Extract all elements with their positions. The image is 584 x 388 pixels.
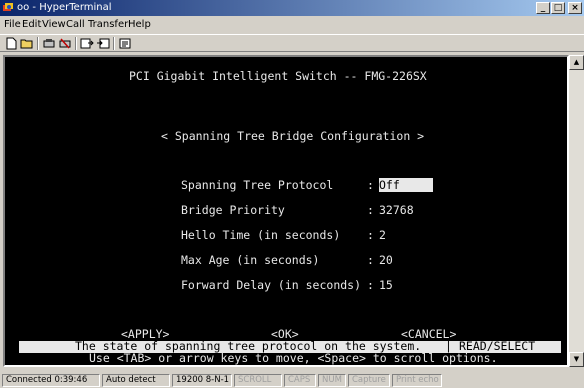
field-label-bridge-priority: Bridge Priority	[181, 203, 285, 217]
menu-edit[interactable]: Edit	[22, 19, 41, 31]
num-indicator: NUM	[318, 374, 346, 387]
help-line: Use <TAB> or arrow keys to move, <Space>…	[89, 351, 498, 365]
scroll-up-icon[interactable]: ▲	[569, 55, 584, 70]
menu-transfer[interactable]: Transfer	[88, 19, 128, 31]
terminal-frame: PCI Gigabit Intelligent Switch -- FMG-22…	[3, 55, 569, 367]
toolbar-separator	[75, 37, 77, 50]
maximize-icon[interactable]: □	[551, 2, 565, 14]
scroll-down-icon[interactable]: ▼	[569, 352, 584, 367]
hyperterminal-icon[interactable]	[2, 2, 14, 14]
minimize-icon[interactable]: _	[536, 2, 550, 14]
send-icon[interactable]	[80, 37, 94, 50]
title-bar[interactable]: oo - HyperTerminal _ □ ×	[0, 0, 584, 16]
capture-indicator: Capture	[348, 374, 390, 387]
field-colon: :	[367, 203, 374, 217]
menu-file[interactable]: File	[4, 19, 21, 31]
field-colon: :	[367, 253, 374, 267]
close-icon[interactable]: ×	[568, 2, 582, 14]
detect-status: Auto detect	[102, 374, 170, 387]
field-value-stp[interactable]: Off	[379, 178, 433, 192]
switch-header: PCI Gigabit Intelligent Switch -- FMG-22…	[129, 69, 427, 83]
field-colon: :	[367, 278, 374, 292]
menu-help[interactable]: Help	[128, 19, 151, 31]
field-label-max-age: Max Age (in seconds)	[181, 253, 320, 267]
toolbar-separator	[37, 37, 39, 50]
toolbar	[0, 34, 584, 52]
properties-icon[interactable]	[118, 37, 132, 50]
field-label-hello-time: Hello Time (in seconds)	[181, 228, 341, 242]
window-title: oo - HyperTerminal	[17, 2, 112, 13]
field-value-hello-time[interactable]: 2	[379, 228, 386, 242]
menu-call[interactable]: Call	[66, 19, 85, 31]
field-colon: :	[367, 178, 374, 192]
new-icon[interactable]	[4, 37, 18, 50]
caps-indicator: CAPS	[284, 374, 316, 387]
port-settings: 19200 8-N-1	[172, 374, 232, 387]
field-label-stp: Spanning Tree Protocol	[181, 178, 334, 192]
receive-icon[interactable]	[96, 37, 110, 50]
open-icon[interactable]	[20, 37, 34, 50]
menu-bar: File Edit View Call Transfer Help	[0, 17, 584, 33]
field-value-bridge-priority[interactable]: 32768	[379, 203, 414, 217]
section-title: < Spanning Tree Bridge Configuration >	[161, 129, 425, 143]
toolbar-separator	[113, 37, 115, 50]
terminal-screen[interactable]: PCI Gigabit Intelligent Switch -- FMG-22…	[5, 57, 567, 365]
connect-icon[interactable]	[42, 37, 56, 50]
menu-view[interactable]: View	[42, 19, 66, 31]
disconnect-icon[interactable]	[58, 37, 72, 50]
status-bar: Connected 0:39:46 Auto detect 19200 8-N-…	[0, 372, 584, 388]
vertical-scrollbar[interactable]: ▲ ▼	[569, 55, 584, 367]
field-value-max-age[interactable]: 20	[379, 253, 393, 267]
field-colon: :	[367, 228, 374, 242]
field-label-forward-delay: Forward Delay (in seconds)	[181, 278, 362, 292]
connection-time: Connected 0:39:46	[2, 374, 100, 387]
print-echo-indicator: Print echo	[392, 374, 442, 387]
field-value-forward-delay[interactable]: 15	[379, 278, 393, 292]
scroll-indicator: SCROLL	[234, 374, 282, 387]
